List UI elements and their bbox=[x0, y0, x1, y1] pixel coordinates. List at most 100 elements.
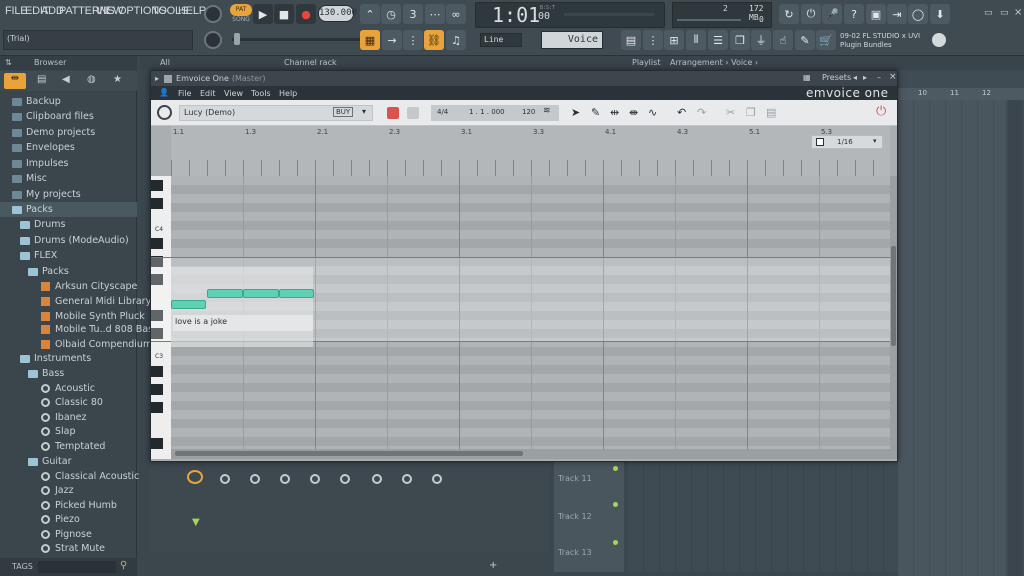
snap-select[interactable]: Line bbox=[480, 33, 522, 47]
grid-resolution-select[interactable]: 1/16 ▾ bbox=[811, 135, 883, 149]
browser-item[interactable]: Guitar bbox=[28, 454, 71, 469]
touch-icon[interactable]: ☝ bbox=[773, 30, 793, 50]
channel-rack-icon[interactable]: ⊞ bbox=[664, 30, 684, 50]
plugin-menu-edit[interactable]: Edit bbox=[200, 89, 216, 98]
browser-item[interactable]: Ibanez bbox=[41, 410, 87, 425]
channel-knob[interactable] bbox=[372, 474, 382, 484]
black-key[interactable] bbox=[151, 238, 163, 249]
mixer-icon[interactable]: ⫴ bbox=[686, 30, 706, 50]
black-key[interactable] bbox=[151, 366, 163, 377]
channel-knob[interactable] bbox=[220, 474, 230, 484]
track-led[interactable] bbox=[613, 502, 618, 507]
minimize-icon[interactable]: ▭ bbox=[984, 8, 993, 18]
browser-pin-icon[interactable]: ⇅ bbox=[5, 58, 12, 67]
typing-keyboard-icon[interactable]: ♫ bbox=[446, 30, 466, 50]
slider-handle[interactable] bbox=[234, 33, 240, 45]
note-block[interactable] bbox=[243, 289, 279, 298]
plugin-menu-view[interactable]: View bbox=[224, 89, 243, 98]
add-track-icon[interactable]: + bbox=[489, 560, 497, 571]
metronome-icon[interactable]: ≋ bbox=[543, 106, 551, 116]
stop-button[interactable]: ■ bbox=[274, 4, 294, 24]
song-position[interactable]: 1 . 1 . 000 bbox=[469, 108, 505, 116]
plugin-tempo[interactable]: 120 bbox=[522, 108, 535, 116]
snap-magnet-icon[interactable]: ▦ bbox=[360, 30, 380, 50]
voice-preset-field[interactable]: Lucy (Demo) BUY ▾ bbox=[179, 105, 373, 121]
track-name[interactable]: Track 13 bbox=[558, 548, 592, 557]
chat-icon[interactable]: ◯ bbox=[908, 4, 928, 24]
browser-item[interactable]: Acoustic bbox=[41, 381, 95, 396]
time-signature[interactable]: 4/4 bbox=[437, 108, 448, 116]
channel-knob[interactable] bbox=[280, 474, 290, 484]
record-button[interactable] bbox=[387, 107, 399, 119]
piano-roll-icon[interactable]: ⋮ bbox=[643, 30, 663, 50]
browser-item[interactable]: My projects bbox=[12, 187, 81, 202]
snap-checkbox[interactable] bbox=[816, 138, 824, 146]
browser-plugin-icon[interactable]: ◀ bbox=[62, 74, 70, 85]
playlist-icon[interactable]: ▤ bbox=[621, 30, 641, 50]
master-pitch-slider[interactable] bbox=[232, 38, 360, 41]
browser-item[interactable]: Picked Humb bbox=[41, 498, 117, 513]
browser-item[interactable]: Temptated bbox=[41, 439, 105, 454]
browser-item[interactable]: Instruments bbox=[20, 351, 91, 366]
maximize-icon[interactable]: ▭ bbox=[1000, 8, 1009, 18]
browser-item[interactable]: FLEX bbox=[20, 248, 57, 263]
preset-dropdown-icon[interactable]: ▾ bbox=[362, 107, 366, 116]
browser-item[interactable]: Arksun Cityscape bbox=[41, 279, 137, 294]
current-pattern-select[interactable]: Voice bbox=[541, 31, 603, 49]
wrench-icon[interactable]: ✎ bbox=[795, 30, 815, 50]
piano-roll[interactable]: 1.1 1.3 2.1 2.3 3.1 3.3 4.1 4.3 5.1 5.3 … bbox=[151, 126, 897, 461]
black-key[interactable] bbox=[151, 198, 163, 209]
browser-item[interactable]: Slap bbox=[41, 424, 76, 439]
channel-knob[interactable] bbox=[340, 474, 350, 484]
track-name[interactable]: Track 12 bbox=[558, 512, 592, 521]
plugin-menu-help[interactable]: Help bbox=[279, 89, 297, 98]
browser-item[interactable]: Demo projects bbox=[12, 125, 95, 140]
vertical-scroll-thumb[interactable] bbox=[891, 246, 896, 346]
browser-item[interactable]: Impulses bbox=[12, 156, 69, 171]
browser-item[interactable]: Classic 80 bbox=[41, 395, 103, 410]
playlist-grid[interactable] bbox=[898, 100, 1006, 576]
browser-item[interactable]: Clipboard files bbox=[12, 109, 94, 124]
note-block[interactable] bbox=[171, 300, 206, 309]
tempo-display[interactable]: 130.000 bbox=[318, 5, 357, 22]
arrow-right-icon[interactable]: → bbox=[382, 30, 402, 50]
buy-button[interactable]: BUY bbox=[333, 107, 354, 117]
browser-item[interactable]: Envelopes bbox=[12, 140, 75, 155]
prev-preset-icon[interactable]: ◂ bbox=[853, 73, 857, 82]
playlist-scrollbar[interactable] bbox=[1008, 100, 1022, 576]
pitch-tool-icon[interactable]: ∿ bbox=[648, 106, 657, 119]
song-toggle[interactable]: SONG bbox=[230, 16, 252, 25]
master-pitch-knob[interactable] bbox=[204, 31, 222, 49]
horizontal-scroll-thumb[interactable] bbox=[175, 451, 523, 456]
browser-item[interactable]: Drums bbox=[20, 217, 65, 232]
browser-all-icon[interactable]: ⇹ bbox=[4, 73, 26, 89]
plugin-database-icon[interactable]: ⏚ bbox=[751, 30, 771, 50]
browser-item[interactable]: Mobile Tu..d 808 Bass bbox=[41, 322, 158, 337]
refresh-icon[interactable]: ↻ bbox=[779, 4, 799, 24]
microphone-icon[interactable]: 🎤 bbox=[822, 4, 842, 24]
browser-item[interactable]: Packs bbox=[28, 264, 69, 279]
pat-toggle[interactable]: PAT bbox=[230, 4, 252, 16]
stop-button[interactable] bbox=[407, 107, 419, 119]
chevron-down-icon[interactable]: ▾ bbox=[873, 137, 877, 145]
grid-icon[interactable]: ▦ bbox=[803, 73, 811, 82]
channel-knob[interactable] bbox=[187, 470, 203, 484]
copy-icon[interactable]: ❐ bbox=[746, 106, 756, 119]
step-edit-icon[interactable]: ⋮ bbox=[403, 30, 423, 50]
minimize-icon[interactable]: – bbox=[877, 73, 881, 82]
master-volume-knob[interactable] bbox=[204, 5, 222, 23]
tags-search-input[interactable] bbox=[38, 561, 116, 573]
channel-knob[interactable] bbox=[310, 474, 320, 484]
project-picker-icon[interactable]: ☰ bbox=[708, 30, 728, 50]
browser-project-icon[interactable]: ▤ bbox=[37, 74, 46, 85]
menu-help[interactable]: HELP bbox=[178, 5, 206, 17]
wait-input-icon[interactable]: ◷ bbox=[381, 4, 401, 24]
browser-item[interactable]: Drums (ModeAudio) bbox=[20, 233, 129, 248]
presets-label[interactable]: Presets bbox=[822, 73, 851, 82]
plugin-menu-arrow-icon[interactable]: ▸ bbox=[155, 74, 159, 83]
note-block[interactable] bbox=[279, 289, 314, 298]
record-button[interactable]: ● bbox=[296, 4, 316, 24]
browser-item[interactable]: General Midi Library bbox=[41, 294, 151, 309]
sign-in-icon[interactable]: ⇥ bbox=[887, 4, 907, 24]
close-icon[interactable]: × bbox=[1014, 7, 1022, 18]
